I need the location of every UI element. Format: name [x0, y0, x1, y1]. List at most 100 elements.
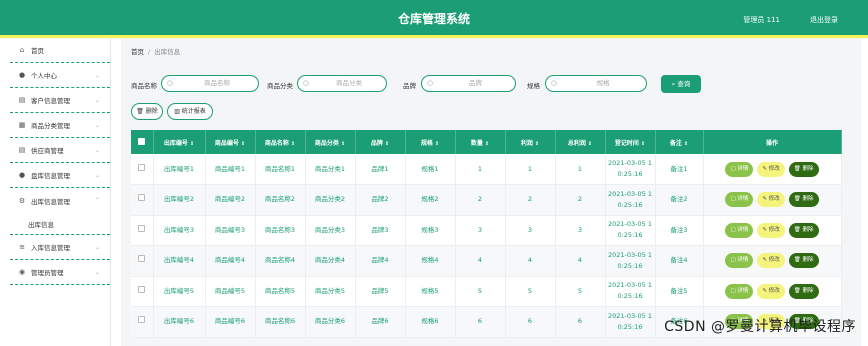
user-icon: ● [18, 71, 26, 79]
row-checkbox[interactable] [131, 184, 154, 215]
delete-button[interactable]: 🗑 删除 [788, 253, 819, 269]
table-cell: 品牌2 [355, 184, 406, 215]
table-cell: 规格4 [405, 245, 456, 276]
sidebar-item-suppliers[interactable]: ▤ 供应商管理 ⌄ [10, 138, 110, 163]
search-icon: ○ [551, 79, 558, 87]
row-checkbox[interactable] [131, 154, 154, 185]
table-cell: 商品名称1 [255, 154, 306, 185]
table-cell: 商品编号1 [205, 154, 256, 185]
col-header[interactable]: 商品分类 ⇕ [305, 130, 356, 154]
sidebar-item-categories[interactable]: ▦ 商品分类管理 ⌄ [10, 113, 110, 138]
table-cell: 规格2 [405, 184, 456, 215]
chevron-down-icon: ⌄ [94, 71, 100, 79]
sidebar-item-inbound[interactable]: ≡ 入库信息管理 ⌄ [10, 235, 110, 260]
chevron-up-icon: ⌃ [94, 197, 100, 204]
breadcrumb-separator: / [148, 48, 151, 56]
col-header[interactable]: 总利润 ⇕ [555, 130, 606, 154]
table-cell: 4 [505, 245, 556, 276]
col-header[interactable]: 出库编号 ⇕ [153, 130, 206, 154]
category-input[interactable]: ○ 商品分类 [297, 75, 387, 92]
search-icon: ○ [303, 79, 310, 87]
table-cell: 3 [455, 215, 506, 246]
app-title: 仓库管理系统 [397, 12, 470, 26]
table-cell: 商品名称6 [255, 306, 306, 337]
spec-input[interactable]: ○ 规格 [545, 75, 647, 92]
table-cell: 备注2 [655, 184, 704, 215]
product-name-input[interactable]: ○ 商品名称 [161, 75, 259, 92]
pin-icon: ◉ [18, 268, 26, 276]
edit-button[interactable]: ✎ 修改 [757, 161, 785, 177]
table-cell: 商品分类1 [305, 154, 356, 185]
edit-button[interactable]: ✎ 修改 [757, 253, 785, 269]
search-icon: ○ [167, 79, 174, 87]
delete-button[interactable]: 🗑 删除 [788, 283, 819, 299]
sidebar-item-label: 出库信息管理 [31, 197, 70, 206]
table-cell: 商品编号3 [205, 215, 256, 246]
table-cell: 2021-03-05 1 0:25:16 [605, 306, 656, 337]
table-cell: 4 [455, 245, 506, 276]
table-cell: 5 [505, 276, 556, 307]
table-cell: 6 [555, 306, 606, 337]
table-cell: 商品分类4 [305, 245, 356, 276]
gear-icon: ⚙ [18, 196, 26, 205]
table-cell: 3 [555, 215, 606, 246]
stats-report-button[interactable]: ▥ 统计报表 [167, 103, 213, 120]
select-all-checkbox[interactable] [131, 130, 154, 154]
row-checkbox[interactable] [131, 245, 154, 276]
sidebar-item-home[interactable]: ⌂ 首页 [10, 38, 110, 63]
row-checkbox[interactable] [131, 215, 154, 246]
detail-button[interactable]: ▢ 详情 [725, 192, 754, 208]
breadcrumb-home[interactable]: 首页 [131, 48, 144, 56]
chevron-down-icon: ⌄ [94, 121, 100, 129]
sidebar-item-outbound[interactable]: ⚙ 出库信息管理 ⌃ [10, 188, 110, 213]
detail-button[interactable]: ▢ 详情 [725, 253, 754, 269]
sidebar-item-customers[interactable]: ▤ 客户信息管理 ⌄ [10, 88, 110, 113]
edit-button[interactable]: ✎ 修改 [757, 283, 785, 299]
category-label: 商品分类 [267, 82, 293, 90]
table-cell: 品牌6 [355, 306, 406, 337]
col-header[interactable]: 备注 ⇕ [655, 130, 704, 154]
table-row: 出库编号3 商品编号3 商品名称3 商品分类3 品牌3 规格3 3 3 3 2021-03-05 … [131, 215, 842, 246]
col-header[interactable]: 商品编号 ⇕ [205, 130, 256, 154]
col-header[interactable]: 数量 ⇕ [455, 130, 506, 154]
detail-button[interactable]: ▢ 详情 [725, 283, 754, 299]
doc-icon: ▤ [18, 96, 26, 104]
chevron-down-icon: ⌄ [94, 171, 100, 179]
table-cell: 备注1 [655, 154, 704, 185]
row-checkbox[interactable] [131, 276, 154, 307]
table-cell: 商品分类3 [305, 215, 356, 246]
delete-button[interactable]: 🗑 删除 [788, 161, 819, 177]
col-header[interactable]: 利润 ⇕ [505, 130, 556, 154]
sidebar-item-profile[interactable]: ● 个人中心 ⌄ [10, 63, 110, 88]
table-cell: 1 [505, 154, 556, 185]
logout-link[interactable]: 退出登录 [810, 15, 838, 25]
table-cell: 商品分类6 [305, 306, 356, 337]
sidebar-subitem-outbound-info[interactable]: 出库信息 [10, 213, 110, 235]
delete-button[interactable]: 🗑 删除 [788, 192, 819, 208]
table-cell: 规格3 [405, 215, 456, 246]
batch-delete-button[interactable]: 🗑 删除 [131, 103, 163, 120]
delete-button[interactable]: 🗑 删除 [788, 222, 819, 238]
col-header[interactable]: 商品名称 ⇕ [255, 130, 306, 154]
chevron-down-icon: ⌄ [94, 96, 100, 104]
table-cell: 商品名称4 [255, 245, 306, 276]
table-cell: 1 [455, 154, 506, 185]
edit-button[interactable]: ✎ 修改 [757, 192, 785, 208]
sidebar-item-label: 供应商管理 [31, 147, 64, 155]
table-cell: 规格6 [405, 306, 456, 337]
table-cell: 2 [505, 184, 556, 215]
top-header: 仓库管理系统 管理员 111 退出登录 [0, 0, 868, 38]
sidebar-item-admins[interactable]: ◉ 管理员管理 ⌄ [10, 260, 110, 285]
row-checkbox[interactable] [131, 306, 154, 337]
detail-button[interactable]: ▢ 详情 [725, 161, 754, 177]
detail-button[interactable]: ▢ 详情 [725, 222, 754, 238]
col-header[interactable]: 规格 ⇕ [405, 130, 456, 154]
query-button[interactable]: ⌕ 查询 [661, 75, 701, 93]
col-header[interactable]: 登记时间 ⇕ [605, 130, 656, 154]
table-cell: 6 [455, 306, 506, 337]
sidebar-item-inventory[interactable]: ● 盘库信息管理 ⌄ [10, 163, 110, 188]
col-header[interactable]: 品牌 ⇕ [355, 130, 406, 154]
edit-button[interactable]: ✎ 修改 [757, 222, 785, 238]
list-icon: ≡ [19, 243, 25, 251]
brand-input[interactable]: ○ 品牌 [421, 75, 516, 92]
